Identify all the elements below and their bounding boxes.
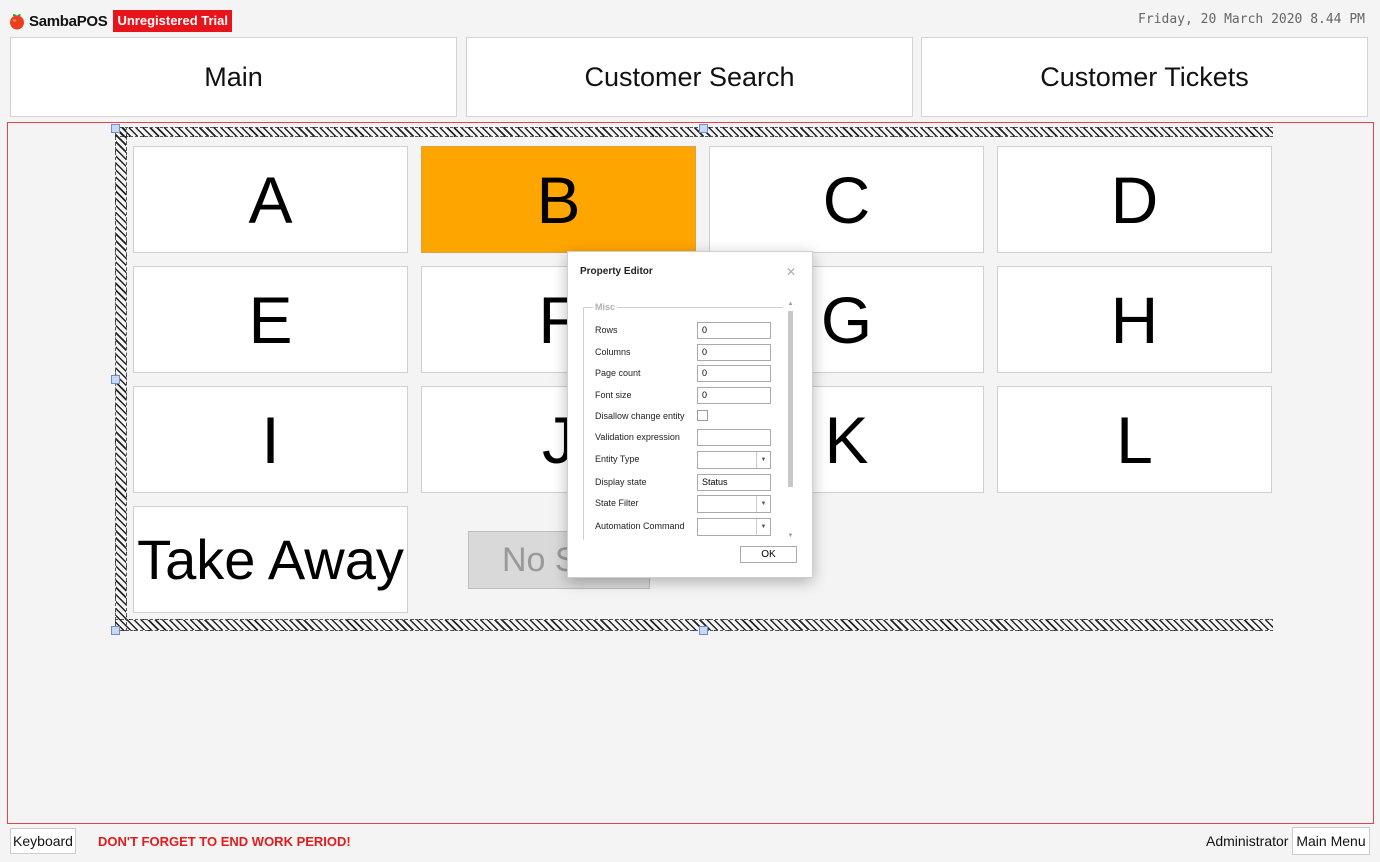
property-scrollbar[interactable]: ▲ ▼	[787, 301, 794, 539]
page-count-input[interactable]: 0	[697, 365, 771, 382]
resize-handle-middle-left[interactable]	[111, 375, 120, 384]
property-editor-dialog: Property Editor ✕ Misc Rows 0 Columns 0 …	[567, 251, 813, 578]
scroll-thumb[interactable]	[788, 311, 793, 487]
property-label: Rows	[595, 325, 618, 335]
property-label: Entity Type	[595, 454, 640, 464]
trial-badge: Unregistered Trial	[113, 10, 233, 32]
property-row-validation-expression: Validation expression	[595, 429, 775, 447]
entity-button-e[interactable]: E	[133, 266, 408, 373]
entity-button-b[interactable]: B	[421, 146, 696, 253]
chevron-down-icon: ▼	[756, 496, 770, 512]
rows-input[interactable]: 0	[697, 322, 771, 339]
display-state-input[interactable]: Status	[697, 474, 771, 491]
nav-main-button[interactable]: Main	[10, 37, 457, 117]
property-row-automation-command: Automation Command ▼	[595, 518, 775, 536]
nav-customer-search-button[interactable]: Customer Search	[466, 37, 913, 117]
state-filter-select[interactable]: ▼	[697, 495, 771, 513]
property-row-entity-type: Entity Type ▼	[595, 451, 775, 469]
ok-button[interactable]: OK	[740, 546, 797, 563]
entity-button-h[interactable]: H	[997, 266, 1272, 373]
resize-handle-top-center[interactable]	[699, 124, 708, 133]
property-row-rows: Rows 0	[595, 322, 775, 340]
property-row-display-state: Display state Status	[595, 474, 775, 492]
property-row-font-size: Font size 0	[595, 387, 775, 405]
chevron-down-icon: ▼	[756, 519, 770, 535]
tomato-icon	[10, 14, 24, 30]
entity-button-i[interactable]: I	[133, 386, 408, 493]
property-label: Validation expression	[595, 432, 680, 442]
property-row-columns: Columns 0	[595, 344, 775, 362]
property-row-page-count: Page count 0	[595, 365, 775, 383]
automation-command-select[interactable]: ▼	[697, 518, 771, 536]
entity-type-select[interactable]: ▼	[697, 451, 771, 469]
scroll-down-icon[interactable]: ▼	[787, 533, 794, 539]
property-label: Display state	[595, 477, 647, 487]
property-row-state-filter: State Filter ▼	[595, 495, 775, 513]
resize-handle-bottom-center[interactable]	[699, 626, 708, 635]
entity-button-l[interactable]: L	[997, 386, 1272, 493]
property-label: Columns	[595, 347, 631, 357]
font-size-input[interactable]: 0	[697, 387, 771, 404]
misc-group-label: Misc	[593, 302, 618, 312]
entity-button-a[interactable]: A	[133, 146, 408, 253]
resize-border-bottom[interactable]	[115, 619, 1273, 631]
keyboard-button[interactable]: Keyboard	[10, 828, 76, 854]
property-label: Page count	[595, 368, 641, 378]
resize-handle-top-left[interactable]	[111, 124, 120, 133]
disallow-change-entity-checkbox[interactable]	[697, 410, 708, 421]
property-row-disallow-change-entity: Disallow change entity	[595, 408, 775, 426]
app-logo: SambaPOS Unregistered Trial	[8, 9, 233, 33]
entity-button-take-away[interactable]: Take Away	[133, 506, 408, 613]
property-label: Font size	[595, 390, 632, 400]
validation-expression-input[interactable]	[697, 429, 771, 446]
property-label: Automation Command	[595, 521, 685, 531]
resize-handle-bottom-left[interactable]	[111, 626, 120, 635]
entity-button-c[interactable]: C	[709, 146, 984, 253]
app-name: SambaPOS	[29, 12, 108, 30]
dialog-title: Property Editor	[580, 266, 653, 277]
datetime: Friday, 20 March 2020 8.44 PM	[1138, 12, 1365, 27]
work-period-warning: DON'T FORGET TO END WORK PERIOD!	[98, 834, 351, 849]
logged-in-user: Administrator	[1206, 833, 1289, 849]
nav-customer-tickets-button[interactable]: Customer Tickets	[921, 37, 1368, 117]
entity-button-d[interactable]: D	[997, 146, 1272, 253]
columns-input[interactable]: 0	[697, 344, 771, 361]
property-label: State Filter	[595, 498, 639, 508]
chevron-down-icon: ▼	[756, 452, 770, 468]
property-label: Disallow change entity	[595, 411, 685, 421]
scroll-up-icon[interactable]: ▲	[787, 301, 794, 307]
close-icon[interactable]: ✕	[786, 265, 796, 279]
main-menu-button[interactable]: Main Menu	[1292, 827, 1370, 855]
resize-border-top[interactable]	[115, 127, 1273, 137]
